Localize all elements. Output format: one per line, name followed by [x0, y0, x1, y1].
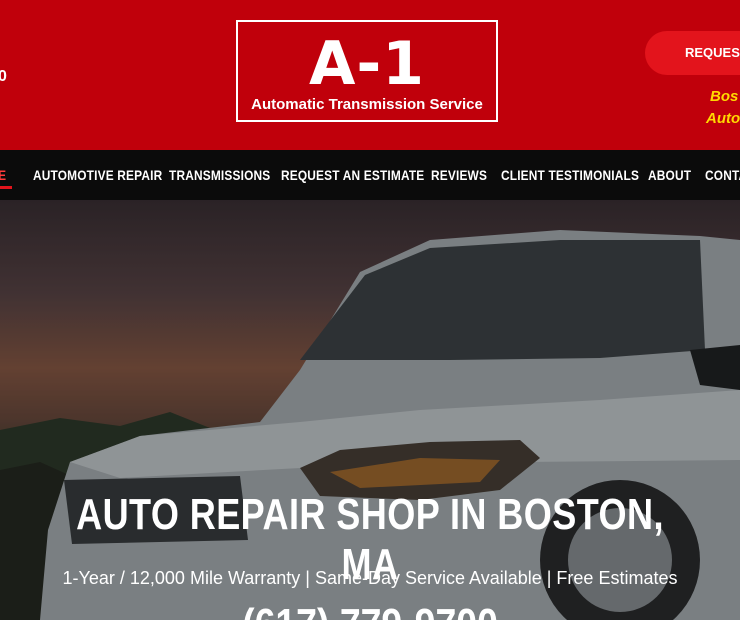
- nav-item-contact[interactable]: CONTA: [705, 150, 740, 200]
- request-estimate-button[interactable]: REQUEST A: [645, 31, 740, 75]
- header-phone-link[interactable]: 0: [0, 68, 7, 86]
- active-nav-underline: [0, 186, 12, 189]
- nav-item-transmissions[interactable]: TRANSMISSIONS: [169, 150, 270, 200]
- nav-item-client-testimonials[interactable]: CLIENT TESTIMONIALS: [501, 150, 639, 200]
- hero-phone-link[interactable]: (617) 779-9700: [56, 600, 685, 620]
- nav-item-reviews[interactable]: REVIEWS: [431, 150, 487, 200]
- nav-item-request-estimate[interactable]: REQUEST AN ESTIMATE: [281, 150, 424, 200]
- site-header: 0 A-1 Automatic Transmission Service REQ…: [0, 0, 740, 150]
- tagline-line-2: Auto: [706, 110, 740, 127]
- logo-title: A-1: [308, 29, 426, 99]
- nav-item-home[interactable]: ME: [0, 150, 6, 200]
- site-logo[interactable]: A-1 Automatic Transmission Service: [236, 20, 498, 122]
- hero-subtitle: 1-Year / 12,000 Mile Warranty | Same-Day…: [62, 568, 678, 588]
- nav-item-automotive-repair[interactable]: AUTOMOTIVE REPAIR: [33, 150, 162, 200]
- hero-banner: AUTO REPAIR SHOP IN BOSTON, MA 1-Year / …: [0, 200, 740, 620]
- tagline-line-1: Bos: [710, 88, 739, 105]
- logo-subtitle: Automatic Transmission Service: [251, 96, 483, 113]
- main-navigation: ME AUTOMOTIVE REPAIR TRANSMISSIONS REQUE…: [0, 150, 740, 200]
- nav-item-about[interactable]: ABOUT: [648, 150, 691, 200]
